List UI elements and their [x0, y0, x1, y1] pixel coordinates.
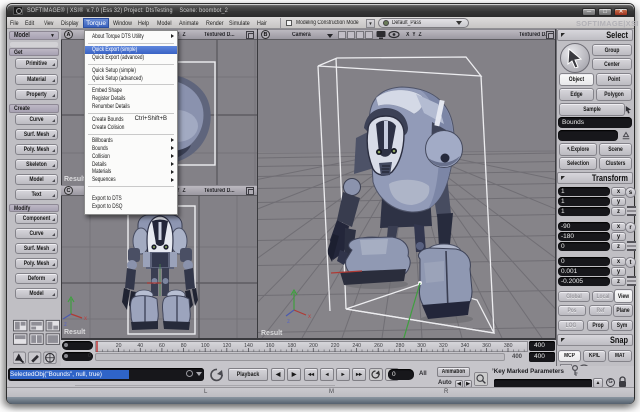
svg-text:320: 320 [439, 343, 448, 349]
svg-text:Result: Result [64, 329, 86, 336]
svg-text:240: 240 [352, 343, 361, 349]
svg-text:60: 60 [159, 343, 165, 349]
svg-text:280: 280 [396, 343, 405, 349]
svg-text:Result: Result [261, 330, 283, 337]
svg-text:z: z [64, 322, 67, 328]
svg-text:x: x [308, 314, 311, 320]
svg-text:20: 20 [116, 343, 122, 349]
svg-text:120: 120 [223, 343, 232, 349]
svg-text:200: 200 [309, 343, 318, 349]
svg-text:160: 160 [266, 343, 275, 349]
svg-text:380: 380 [504, 343, 513, 349]
svg-text:Result: Result [64, 176, 86, 183]
svg-text:180: 180 [287, 343, 296, 349]
svg-text:360: 360 [482, 343, 491, 349]
svg-text:260: 260 [374, 343, 383, 349]
svg-text:300: 300 [417, 343, 426, 349]
svg-text:z: z [287, 319, 290, 325]
svg-text:340: 340 [461, 343, 470, 349]
svg-text:140: 140 [244, 343, 253, 349]
svg-text:40: 40 [137, 343, 143, 349]
svg-text:80: 80 [181, 343, 187, 349]
svg-text:220: 220 [331, 343, 340, 349]
svg-text:100: 100 [201, 343, 210, 349]
svg-text:x: x [84, 316, 87, 322]
